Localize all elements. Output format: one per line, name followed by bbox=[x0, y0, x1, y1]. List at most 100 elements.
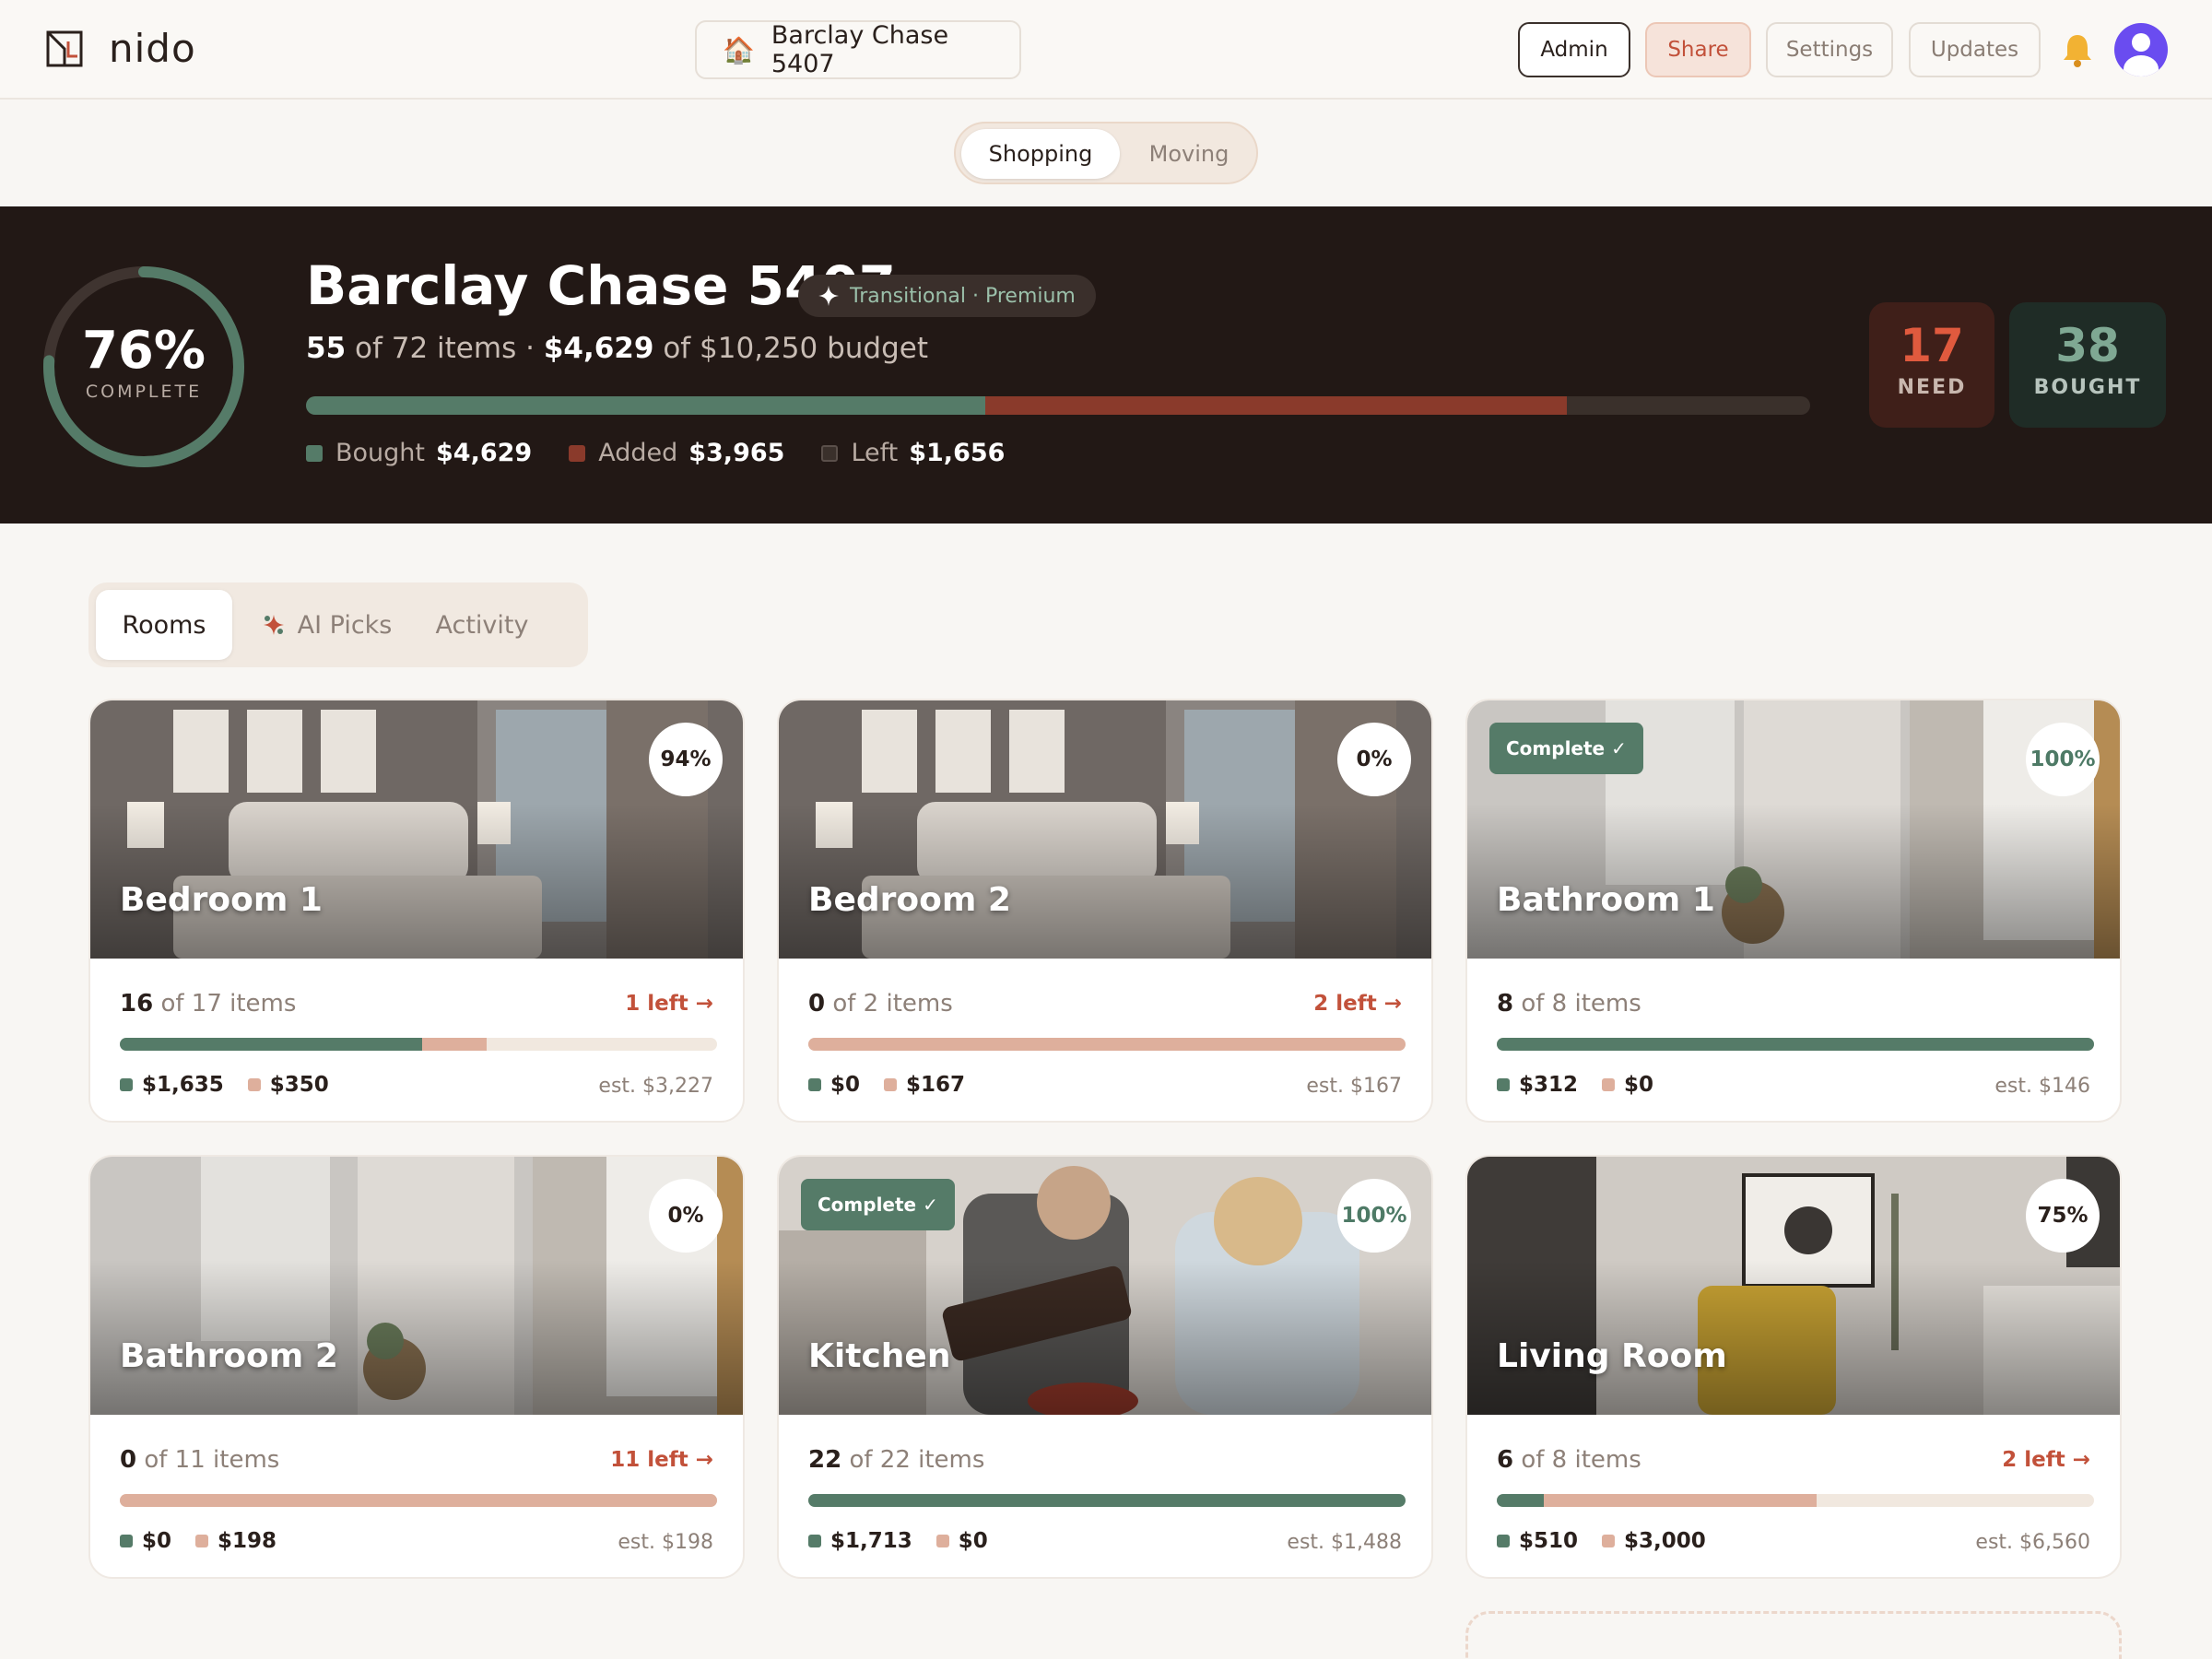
room-added: $350 bbox=[269, 1073, 329, 1097]
items-bought-count: 55 bbox=[306, 332, 347, 365]
room-bar-added bbox=[421, 1038, 487, 1051]
separator: · bbox=[525, 332, 535, 365]
room-photo bbox=[1467, 1157, 2120, 1415]
spent-swatch bbox=[808, 1078, 821, 1091]
room-money: $0 $167 bbox=[808, 1073, 965, 1097]
room-spent: $0 bbox=[830, 1073, 861, 1097]
room-progress-bar bbox=[1497, 1494, 2094, 1507]
room-progress-bar bbox=[1497, 1038, 2094, 1051]
complete-badge: Complete ✓ bbox=[1489, 723, 1643, 774]
room-items-total: of 2 items bbox=[832, 990, 953, 1018]
ai-sparkle-icon bbox=[263, 615, 284, 635]
room-percent-badge: 0% bbox=[1337, 723, 1411, 796]
budget-legend: Bought $4,629 Added $3,965 Left $1,656 bbox=[306, 439, 1041, 467]
spent-amount: $4,629 bbox=[543, 332, 654, 365]
items-left-link[interactable]: 1 left → bbox=[625, 992, 713, 1016]
room-estimate: est. $6,560 bbox=[1975, 1531, 2090, 1554]
complete-badge: Complete ✓ bbox=[801, 1179, 955, 1230]
tab-ai-picks[interactable]: AI Picks bbox=[253, 590, 400, 660]
room-bar-bought bbox=[1497, 1038, 2094, 1051]
room-money: $510 $3,000 bbox=[1497, 1529, 1706, 1553]
room-card[interactable]: 75% Living Room 6 of 8 items 2 left → $5… bbox=[1465, 1155, 2122, 1579]
room-name: Bathroom 1 bbox=[1497, 881, 1715, 919]
bought-stat[interactable]: 38 BOUGHT bbox=[2009, 302, 2166, 428]
spent-swatch bbox=[120, 1535, 133, 1547]
bought-count: 38 bbox=[2055, 319, 2120, 372]
room-card[interactable]: 0% Bedroom 2 0 of 2 items 2 left → $0 $1… bbox=[777, 699, 1433, 1123]
bought-label: BOUGHT bbox=[2033, 376, 2142, 399]
budget-bar-added bbox=[985, 396, 1568, 415]
legend-left-value: $1,656 bbox=[909, 439, 1006, 467]
room-items-bought: 16 bbox=[120, 990, 154, 1018]
sparkle-icon bbox=[818, 286, 839, 306]
room-added: $3,000 bbox=[1624, 1529, 1706, 1553]
project-progress-text: 55 of 72 items · $4,629 of $10,250 budge… bbox=[306, 332, 928, 365]
room-items: 22 of 22 items bbox=[808, 1446, 984, 1474]
room-added: $0 bbox=[1624, 1073, 1654, 1097]
room-progress-bar bbox=[808, 1038, 1406, 1051]
tab-activity[interactable]: Activity bbox=[413, 590, 551, 660]
room-items-total: of 8 items bbox=[1521, 990, 1641, 1018]
room-items: 8 of 8 items bbox=[1497, 990, 1641, 1018]
items-total-text: of 72 items bbox=[355, 332, 517, 365]
room-card[interactable]: Complete ✓ 100% Bathroom 1 8 of 8 items … bbox=[1465, 699, 2122, 1123]
room-bar-added bbox=[1543, 1494, 1817, 1507]
room-items: 0 of 2 items bbox=[808, 990, 953, 1018]
room-spent: $312 bbox=[1519, 1073, 1579, 1097]
room-items-total: of 22 items bbox=[849, 1446, 985, 1474]
room-money: $0 $198 bbox=[120, 1529, 276, 1553]
legend-bought-value: $4,629 bbox=[436, 439, 533, 467]
need-count: 17 bbox=[1900, 319, 1964, 372]
add-room-card[interactable] bbox=[1465, 1611, 2122, 1659]
room-percent-badge: 100% bbox=[1337, 1179, 1411, 1253]
spent-swatch bbox=[120, 1078, 133, 1091]
room-added: $0 bbox=[958, 1529, 988, 1553]
project-summary: 76% COMPLETE Barclay Chase 5407 Transiti… bbox=[0, 206, 2212, 524]
legend-added-value: $3,965 bbox=[688, 439, 785, 467]
updates-button[interactable]: Updates bbox=[1909, 22, 2041, 77]
tab-ai-picks-label: AI Picks bbox=[297, 610, 393, 640]
room-items-total: of 17 items bbox=[160, 990, 297, 1018]
app-name: nido bbox=[109, 26, 196, 71]
room-card[interactable]: Complete ✓ 100% Kitchen 22 of 22 items $… bbox=[777, 1155, 1433, 1579]
bell-icon[interactable] bbox=[2061, 31, 2094, 68]
settings-button[interactable]: Settings bbox=[1766, 22, 1893, 77]
style-tag-label: Transitional · Premium bbox=[850, 284, 1076, 308]
room-card[interactable]: 0% Bathroom 2 0 of 11 items 11 left → $0… bbox=[88, 1155, 745, 1579]
need-stat[interactable]: 17 NEED bbox=[1869, 302, 1994, 428]
room-items: 16 of 17 items bbox=[120, 990, 296, 1018]
share-button[interactable]: Share bbox=[1645, 22, 1751, 77]
admin-button[interactable]: Admin bbox=[1518, 22, 1630, 77]
mode-shopping[interactable]: Shopping bbox=[961, 129, 1120, 179]
room-photo bbox=[90, 700, 743, 959]
mode-moving[interactable]: Moving bbox=[1129, 129, 1249, 179]
spent-swatch bbox=[1497, 1535, 1510, 1547]
budget-text: of $10,250 budget bbox=[663, 332, 929, 365]
room-items-bought: 0 bbox=[808, 990, 826, 1018]
user-avatar[interactable] bbox=[2114, 23, 2168, 76]
spent-swatch bbox=[1497, 1078, 1510, 1091]
room-name: Bedroom 1 bbox=[120, 881, 323, 919]
room-spent: $510 bbox=[1519, 1529, 1579, 1553]
app-logo[interactable]: nido bbox=[44, 26, 196, 71]
style-tag: Transitional · Premium bbox=[798, 275, 1096, 317]
legend-left-label: Left bbox=[851, 439, 899, 467]
bought-swatch bbox=[306, 444, 323, 462]
room-estimate: est. $167 bbox=[1306, 1075, 1402, 1098]
project-selector[interactable]: 🏠 Barclay Chase 5407 bbox=[695, 20, 1021, 79]
room-items-bought: 8 bbox=[1497, 990, 1514, 1018]
room-card[interactable]: 94% Bedroom 1 16 of 17 items 1 left → $1… bbox=[88, 699, 745, 1123]
items-left-link[interactable]: 11 left → bbox=[610, 1448, 713, 1472]
items-left-link[interactable]: 2 left → bbox=[2002, 1448, 2090, 1472]
view-tabs: Rooms AI Picks Activity bbox=[88, 582, 588, 667]
room-percent-badge: 94% bbox=[649, 723, 723, 796]
room-items-bought: 22 bbox=[808, 1446, 842, 1474]
logo-icon bbox=[46, 30, 83, 66]
items-left-link[interactable]: 2 left → bbox=[1313, 992, 1402, 1016]
room-estimate: est. $198 bbox=[618, 1531, 713, 1554]
room-bar-added bbox=[120, 1494, 717, 1507]
room-items-bought: 6 bbox=[1497, 1446, 1514, 1474]
tab-rooms[interactable]: Rooms bbox=[96, 590, 232, 660]
room-spent: $0 bbox=[142, 1529, 172, 1553]
room-progress-bar bbox=[808, 1494, 1406, 1507]
